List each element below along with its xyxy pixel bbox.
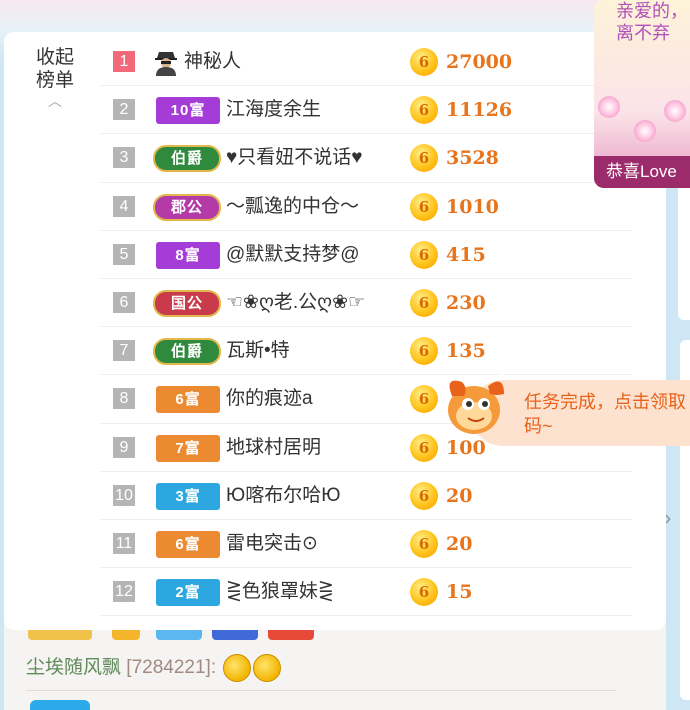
rank-number: 12: [113, 581, 135, 603]
rank-username[interactable]: @默默支持梦@: [226, 242, 360, 268]
coin-icon: 6: [410, 578, 438, 607]
chat-uid: [7284221]:: [126, 657, 217, 678]
promo-banner: 恭喜Love: [594, 156, 690, 188]
rank-row[interactable]: 12 2富 ⋛色狼罩妹⋛ 6 15: [100, 568, 632, 617]
contribution-amount: 415: [446, 243, 486, 266]
contribution-amount: 11126: [446, 99, 513, 122]
noble-badge: 伯爵: [153, 145, 221, 173]
rank-number: 5: [113, 243, 135, 265]
rank-username[interactable]: 瓦斯•特: [226, 338, 290, 364]
contribution-amount: 135: [446, 340, 486, 363]
rank-list: 1 神秘人 6 27000 2 10富 江海度余生 6 11126 3 伯爵 ♥只看妞不说话♥ 6 352…: [100, 38, 632, 617]
noble-badge: 国公: [153, 289, 221, 317]
fish-mascot-icon: [448, 373, 505, 434]
wealth-badge: 3富: [156, 482, 220, 510]
toast-line2: 码~: [524, 416, 553, 436]
rank-number: 1: [113, 51, 135, 72]
contribution-amount: 20: [446, 484, 473, 507]
rank-username[interactable]: Ю喀布尔哈Ю: [226, 483, 340, 509]
rank-number: 6: [113, 291, 135, 313]
mystery-person-icon: [155, 52, 177, 76]
wealth-badge: 8富: [156, 241, 220, 269]
rank-username[interactable]: ♥只看妞不说话♥: [226, 145, 363, 171]
coin-icon: 6: [410, 481, 438, 510]
noble-badge: 郡公: [153, 193, 221, 221]
wealth-badge: 6富: [156, 386, 220, 414]
chat-message: 尘埃随风飘 [7284221]:: [26, 652, 282, 682]
promo-text-line2: 离不弃: [616, 23, 670, 43]
emoji-icon: [253, 653, 282, 682]
rank-number: 7: [113, 340, 135, 362]
gift-promo-card[interactable]: 亲爱的， 离不弃 恭喜Love: [594, 0, 690, 188]
coin-icon: 6: [410, 288, 438, 317]
rank-username[interactable]: 雷电突击⊙: [226, 531, 318, 557]
wealth-badge: 2富: [156, 579, 220, 607]
rank-row[interactable]: 2 10富 江海度余生 6 11126: [100, 86, 632, 135]
promo-text: 亲爱的， 离不弃: [616, 0, 688, 44]
contribution-amount: 230: [446, 291, 486, 314]
wealth-badge: 6富: [156, 530, 220, 558]
contribution-amount: 27000: [446, 51, 513, 73]
chat-divider: [26, 690, 616, 691]
contribution-amount: 3528: [446, 147, 499, 170]
rank-number: 11: [113, 532, 135, 554]
rank-username[interactable]: 你的痕迹a: [226, 386, 313, 412]
flower-icon: [598, 96, 620, 118]
coin-icon: 6: [410, 240, 438, 269]
flower-icon: [664, 100, 686, 122]
collapse-leaderboard-button[interactable]: 收起榜单 ︿: [30, 46, 80, 108]
toast-line1: 任务完成，点击领取: [524, 392, 686, 412]
contribution-amount: 15: [446, 581, 473, 604]
rank-row[interactable]: 10 3富 Ю喀布尔哈Ю 6 20: [100, 472, 632, 520]
rank-username[interactable]: ～瓢逸的中仓～: [226, 194, 359, 220]
flower-icon: [634, 120, 656, 142]
contribution-amount: 20: [446, 532, 473, 555]
caret-up-icon: ︿: [48, 93, 62, 109]
rank-number: 4: [113, 195, 135, 217]
rank-username[interactable]: 江海度余生: [226, 97, 321, 123]
rank-row[interactable]: 3 伯爵 ♥只看妞不说话♥ 6 3528: [100, 134, 632, 183]
chat-badge: [30, 700, 90, 710]
coin-icon: 6: [410, 96, 438, 125]
rank-number: 3: [113, 147, 135, 169]
coin-icon: 6: [410, 48, 438, 76]
rank-number: 2: [113, 99, 135, 121]
rank-number: 8: [113, 388, 135, 410]
wealth-badge: 7富: [156, 434, 220, 462]
wealth-badge: 10富: [156, 97, 220, 125]
rank-username[interactable]: 神秘人: [184, 49, 241, 75]
rank-row[interactable]: 7 伯爵 瓦斯•特 6 135: [100, 327, 632, 376]
rank-row[interactable]: 6 国公 ☜❀ღ老.公ღ❀☞ 6 230: [100, 279, 632, 328]
coin-icon: 6: [410, 144, 438, 173]
rank-username[interactable]: ⋛色狼罩妹⋛: [226, 579, 334, 605]
rank-number: 10: [113, 484, 135, 506]
coin-icon: 6: [410, 385, 438, 414]
coin-icon: 6: [410, 529, 438, 558]
rank-row[interactable]: 5 8富 @默默支持梦@ 6 415: [100, 231, 632, 279]
toast-text: 任务完成，点击领取 码~: [524, 390, 686, 438]
rank-row[interactable]: 1 神秘人 6 27000: [100, 38, 632, 87]
noble-badge: 伯爵: [153, 338, 221, 366]
rank-username[interactable]: 地球村居明: [226, 435, 321, 461]
coin-icon: 6: [410, 337, 438, 366]
side-panel-edge: [678, 180, 690, 320]
promo-text-line1: 亲爱的，: [616, 1, 688, 21]
rank-number: 9: [113, 436, 135, 458]
emoji-icon: [223, 653, 252, 682]
coin-icon: 6: [410, 433, 438, 462]
contribution-amount: 1010: [446, 195, 499, 218]
rank-username[interactable]: ☜❀ღ老.公ღ❀☞: [226, 290, 365, 316]
coin-icon: 6: [410, 192, 438, 221]
collapse-label: 收起榜单: [35, 47, 74, 91]
chat-username[interactable]: 尘埃随风飘: [26, 657, 121, 678]
rank-row[interactable]: 11 6富 雷电突击⊙ 6 20: [100, 520, 632, 569]
rank-row[interactable]: 4 郡公 ～瓢逸的中仓～ 6 1010: [100, 183, 632, 231]
